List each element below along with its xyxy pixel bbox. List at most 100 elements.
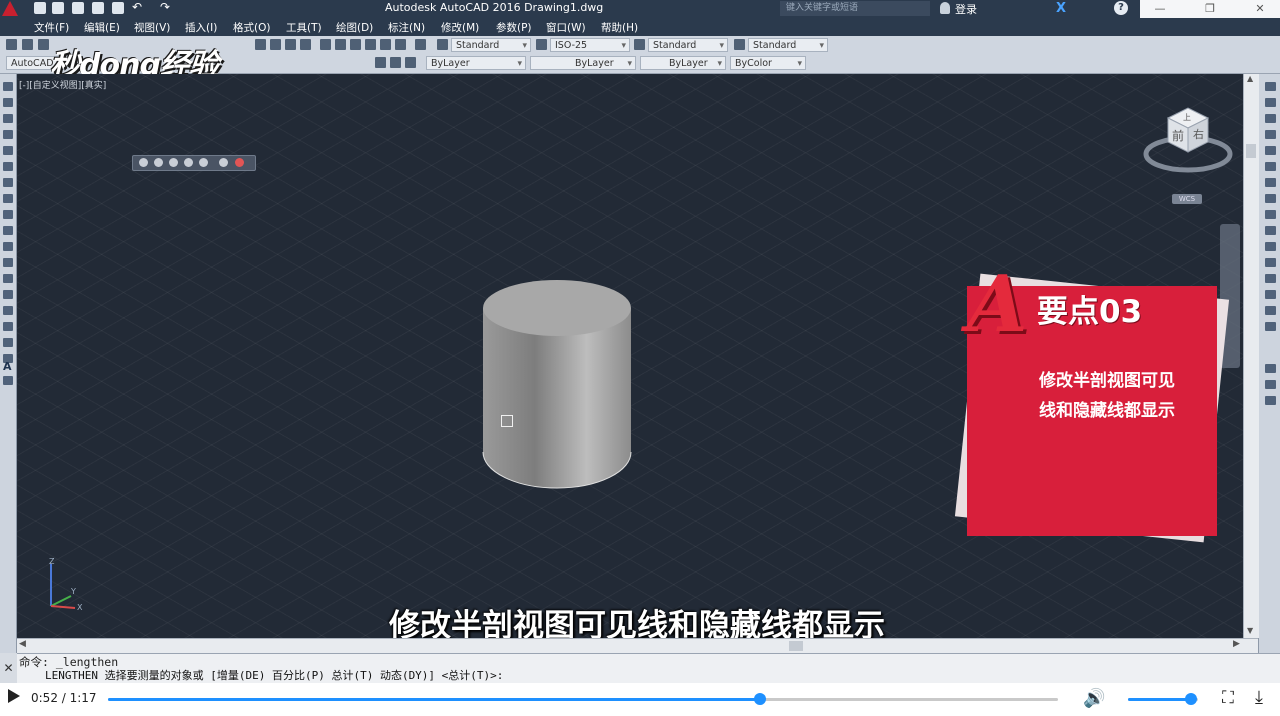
scroll-down-icon[interactable]: ▼ (1247, 626, 1253, 635)
plot-style-select[interactable]: ByColor (730, 56, 806, 70)
zoom-realtime-icon[interactable] (270, 39, 281, 50)
pan-icon[interactable] (255, 39, 266, 50)
multiline-text-icon[interactable]: A (3, 360, 12, 373)
search-input[interactable]: 键入关键字或短语 (780, 1, 930, 16)
cylinder-solid[interactable] (477, 274, 637, 494)
continuous-orbit-icon[interactable] (169, 158, 178, 167)
vertical-scrollbar[interactable]: ▲ ▼ (1243, 74, 1259, 638)
menu-help[interactable]: 帮助(H) (601, 20, 638, 35)
group-icon[interactable] (1265, 380, 1276, 389)
dim-style-select[interactable]: ISO-25 (550, 38, 630, 52)
offset-icon[interactable] (1265, 130, 1276, 139)
command-history[interactable]: LENGTHEN 选择要测量的对象或 [增量(DE) 百分比(P) 总计(T) … (17, 669, 1280, 683)
copy-icon[interactable] (1265, 98, 1276, 107)
progress-handle[interactable] (753, 693, 766, 705)
make-current-icon[interactable] (390, 57, 401, 68)
new-file-icon[interactable] (34, 2, 46, 14)
break-icon[interactable] (1265, 258, 1276, 267)
close-icon[interactable]: ✕ (1240, 0, 1280, 18)
extend-icon[interactable] (1265, 242, 1276, 251)
linetype-select[interactable]: ByLayer (530, 56, 636, 70)
ellipse-arc-icon[interactable] (3, 242, 13, 251)
ellipse-icon[interactable] (3, 226, 13, 235)
open-icon[interactable] (22, 39, 33, 50)
table-style-icon[interactable] (634, 39, 645, 50)
properties-icon[interactable] (320, 39, 331, 50)
menu-edit[interactable]: 编辑(E) (84, 20, 120, 35)
viewcube[interactable]: 前 右 上 (1142, 102, 1238, 178)
join-icon[interactable] (1265, 274, 1276, 283)
zoom-window-icon[interactable] (285, 39, 296, 50)
play-icon[interactable] (8, 689, 20, 703)
fullscreen-icon[interactable]: ⛶ (1222, 688, 1234, 708)
make-block-icon[interactable] (3, 274, 13, 283)
construction-line-icon[interactable] (3, 98, 13, 107)
menu-insert[interactable]: 插入(I) (185, 20, 217, 35)
multileader-style-select[interactable]: Standard (748, 38, 828, 52)
adjust-distance-icon[interactable] (184, 158, 193, 167)
walk-icon[interactable] (219, 158, 228, 167)
table-style-select[interactable]: Standard (648, 38, 728, 52)
sheet-set-icon[interactable] (365, 39, 376, 50)
download-icon[interactable]: ⤓ (1255, 687, 1263, 708)
plot-icon[interactable] (112, 2, 124, 14)
viewport-controls-label[interactable]: [-][自定义视图][真实] (19, 78, 106, 91)
scroll-left-icon[interactable]: ◀ (19, 639, 26, 649)
swivel-icon[interactable] (199, 158, 208, 167)
scroll-up-icon[interactable]: ▲ (1247, 74, 1253, 83)
line-icon[interactable] (3, 82, 13, 91)
circle-icon[interactable] (3, 178, 13, 187)
dim-style-icon[interactable] (536, 39, 547, 50)
tool-palettes-icon[interactable] (350, 39, 361, 50)
wcs-menu[interactable]: WCS (1172, 194, 1202, 204)
volume-handle[interactable] (1185, 693, 1197, 705)
arc-icon[interactable] (3, 162, 13, 171)
autocad-app-icon[interactable] (2, 1, 18, 16)
login-button[interactable]: 登录 (955, 1, 977, 17)
markup-icon[interactable] (380, 39, 391, 50)
region-icon[interactable] (3, 338, 13, 347)
layer-icon[interactable] (375, 57, 386, 68)
insert-block-icon[interactable] (3, 258, 13, 267)
polyline-icon[interactable] (3, 114, 13, 123)
maximize-icon[interactable]: ❐ (1190, 0, 1230, 18)
spline-icon[interactable] (3, 210, 13, 219)
zoom-previous-icon[interactable] (300, 39, 311, 50)
volume-icon[interactable]: 🔊 (1083, 688, 1105, 709)
hatch-icon[interactable] (3, 306, 13, 315)
erase-icon[interactable] (1265, 82, 1276, 91)
gradient-icon[interactable] (3, 322, 13, 331)
menu-window[interactable]: 窗口(W) (546, 20, 586, 35)
save-icon[interactable] (38, 39, 49, 50)
user-icon[interactable] (940, 2, 950, 14)
drawing-viewport[interactable]: [-][自定义视图][真实] 前 右 上 WCS Z Y X A 要点03 修改… (17, 74, 1243, 638)
fly-icon[interactable] (235, 158, 244, 167)
exchange-icon[interactable]: X (1056, 1, 1066, 16)
free-orbit-icon[interactable] (154, 158, 163, 167)
scroll-right-icon[interactable]: ▶ (1233, 639, 1240, 649)
close-command-line-icon[interactable]: ✕ (0, 653, 17, 683)
redo-icon[interactable]: ↷ (160, 0, 170, 14)
polygon-icon[interactable] (3, 130, 13, 139)
command-prompt[interactable]: 命令: _lengthen (17, 653, 1280, 669)
rectangle-icon[interactable] (3, 146, 13, 155)
menu-format[interactable]: 格式(O) (233, 20, 270, 35)
minimize-icon[interactable]: — (1140, 0, 1180, 18)
stretch-icon[interactable] (1265, 210, 1276, 219)
revision-cloud-icon[interactable] (3, 194, 13, 203)
calculator-icon[interactable] (395, 39, 406, 50)
move-icon[interactable] (1265, 162, 1276, 171)
fillet-icon[interactable] (1265, 306, 1276, 315)
chamfer-icon[interactable] (1265, 290, 1276, 299)
save-as-icon[interactable] (92, 2, 104, 14)
multileader-style-icon[interactable] (734, 39, 745, 50)
menu-view[interactable]: 视图(V) (134, 20, 170, 35)
horizontal-scroll-thumb[interactable] (789, 641, 803, 651)
layer-previous-icon[interactable] (405, 57, 416, 68)
save-icon[interactable] (72, 2, 84, 14)
help-toolbar-icon[interactable] (415, 39, 426, 50)
vertical-scroll-thumb[interactable] (1246, 144, 1256, 158)
mirror-icon[interactable] (1265, 114, 1276, 123)
point-icon[interactable] (3, 290, 13, 299)
open-file-icon[interactable] (52, 2, 64, 14)
